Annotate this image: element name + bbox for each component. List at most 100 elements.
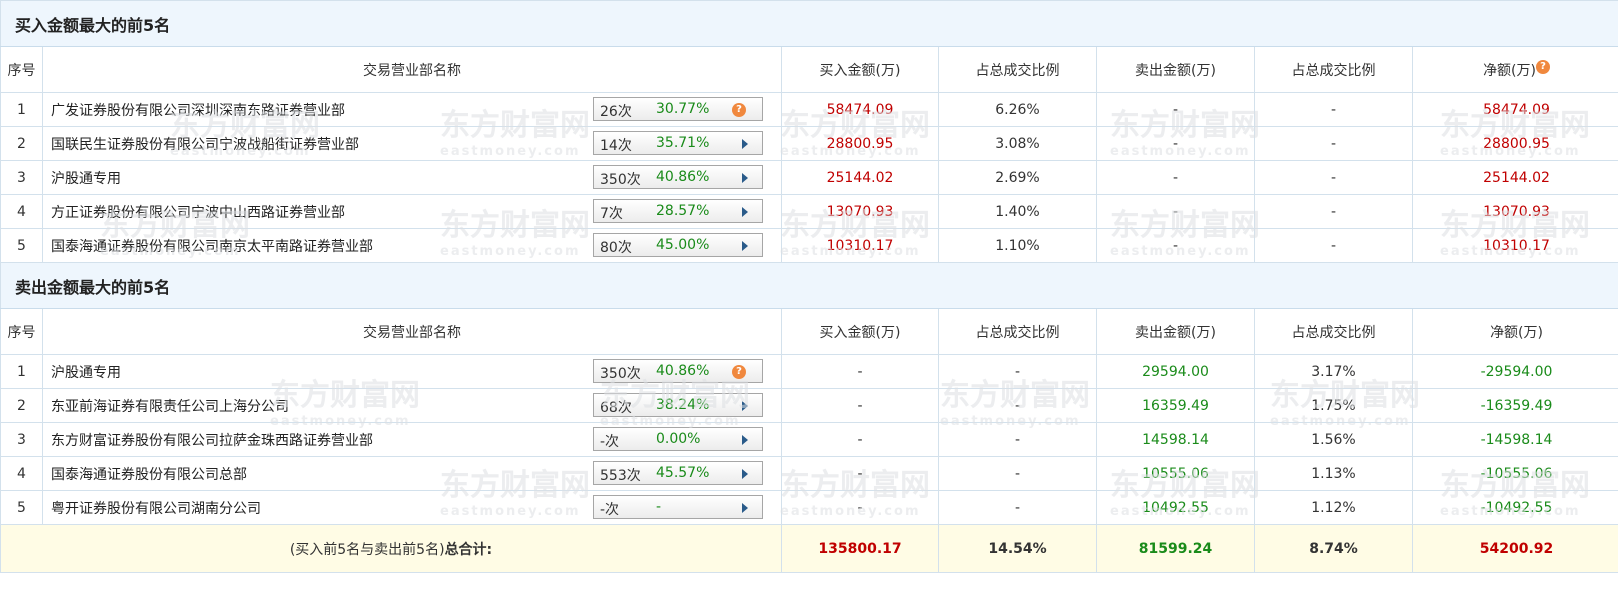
broker-stats-button[interactable]: 80次 45.00% [593, 233, 763, 257]
column-header: 交易营业部名称 [42, 46, 782, 93]
broker-name-link[interactable]: 沪股通专用 [51, 362, 121, 382]
arrow-right-icon[interactable] [742, 469, 748, 479]
arrow-right-icon[interactable] [742, 139, 748, 149]
table-row[interactable]: 2 东亚前海证券有限责任公司上海分公司 68次 38.24% - -16359.49 1.7… [0, 388, 1618, 423]
column-header: 买入金额(万) [781, 308, 939, 355]
arrow-right-icon[interactable] [742, 241, 748, 251]
broker-name-cell: 沪股通专用 350次 40.86% [42, 160, 782, 195]
broker-stats-button[interactable]: 7次 28.57% [593, 199, 763, 223]
arrow-right-icon[interactable] [742, 401, 748, 411]
total-net: 54200.92 [1411, 524, 1618, 573]
win-rate: 30.77% [656, 101, 710, 117]
buy-amount: 58474.09 [781, 92, 939, 127]
table-row[interactable]: 1 沪股通专用 350次 40.86%? - -29594.00 3.17% -29594.0… [0, 354, 1618, 389]
row-index: 4 [0, 194, 43, 229]
column-header: 卖出金额(万) [1096, 308, 1255, 355]
row-index: 4 [0, 456, 43, 491]
broker-name-cell: 沪股通专用 350次 40.86%? [42, 354, 782, 389]
buy-amount: - [781, 490, 939, 525]
win-rate: 45.00% [656, 237, 710, 253]
buy-ratio: - [938, 388, 1097, 423]
net-amount: 58474.09 [1411, 92, 1618, 127]
listing-count: 26次 [600, 104, 632, 120]
broker-stats-button[interactable]: 350次 40.86% [593, 165, 763, 189]
sell-amount: 10492.55 [1096, 490, 1255, 525]
broker-stats-button[interactable]: 350次 40.86%? [593, 359, 763, 383]
arrow-right-icon[interactable] [742, 173, 748, 183]
sell-ratio: - [1254, 160, 1413, 195]
table-row[interactable]: 3 沪股通专用 350次 40.86% 25144.02 2.69% - -25144.02 [0, 160, 1618, 195]
broker-stats-button[interactable]: 553次 45.57% [593, 461, 763, 485]
net-amount: -14598.14 [1411, 422, 1618, 457]
broker-stats-button[interactable]: 68次 38.24% [593, 393, 763, 417]
buy-ratio: 1.10% [938, 228, 1097, 263]
table-row[interactable]: 4 国泰海通证券股份有限公司总部 553次 45.57% - -10555.06 1.13%… [0, 456, 1618, 491]
arrow-right-icon[interactable] [742, 207, 748, 217]
column-header-label: 净额(万) [1490, 324, 1543, 341]
broker-name-link[interactable]: 国联民生证券股份有限公司宁波战船街证券营业部 [51, 134, 359, 154]
row-index: 2 [0, 126, 43, 161]
broker-name-link[interactable]: 国泰海通证券股份有限公司南京太平南路证券营业部 [51, 236, 373, 256]
listing-count: 14次 [600, 138, 632, 154]
row-index: 3 [0, 422, 43, 457]
table-row[interactable]: 5 国泰海通证券股份有限公司南京太平南路证券营业部 80次 45.00% 10310.1… [0, 228, 1618, 263]
win-rate: - [656, 499, 662, 515]
broker-name-cell: 东亚前海证券有限责任公司上海分公司 68次 38.24% [42, 388, 782, 423]
sell-ratio: 3.17% [1254, 354, 1413, 389]
broker-stats-button[interactable]: 26次 30.77%? [593, 97, 763, 121]
broker-name-link[interactable]: 广发证券股份有限公司深圳深南东路证券营业部 [51, 100, 345, 120]
broker-stats-button[interactable]: -次 0.00% [593, 427, 763, 451]
buy-amount: - [781, 456, 939, 491]
column-header: 买入金额(万) [781, 46, 939, 93]
sell-amount: - [1096, 92, 1255, 127]
sell-ratio: 1.56% [1254, 422, 1413, 457]
column-header-label: 卖出金额(万) [1135, 324, 1216, 341]
broker-stats-button[interactable]: 14次 35.71% [593, 131, 763, 155]
column-header: 卖出金额(万) [1096, 46, 1255, 93]
broker-name-link[interactable]: 沪股通专用 [51, 168, 121, 188]
broker-name-link[interactable]: 东方财富证券股份有限公司拉萨金珠西路证券营业部 [51, 430, 373, 450]
buy-amount: 25144.02 [781, 160, 939, 195]
table-row[interactable]: 2 国联民生证券股份有限公司宁波战船街证券营业部 14次 35.71% 28800.95… [0, 126, 1618, 161]
table-row[interactable]: 3 东方财富证券股份有限公司拉萨金珠西路证券营业部 -次 0.00% - -14598.1… [0, 422, 1618, 457]
broker-stats-button[interactable]: -次 - [593, 495, 763, 519]
total-sell-ratio: 8.74% [1254, 524, 1413, 573]
sell-amount: 14598.14 [1096, 422, 1255, 457]
net-amount: -10555.06 [1411, 456, 1618, 491]
sell-ratio: - [1254, 194, 1413, 229]
broker-name-link[interactable]: 方正证券股份有限公司宁波中山西路证券营业部 [51, 202, 345, 222]
help-icon[interactable]: ? [1536, 59, 1550, 74]
broker-name-cell: 国联民生证券股份有限公司宁波战船街证券营业部 14次 35.71% [42, 126, 782, 161]
column-header-row: 序号 交易营业部名称 买入金额(万) 占总成交比例 卖出金额(万) 占总成交比例 净额(万)… [0, 46, 1618, 93]
table-row[interactable]: 5 粤开证券股份有限公司湖南分公司 -次 - - -10492.55 1.12% -10492… [0, 490, 1618, 525]
table-row[interactable]: 4 方正证券股份有限公司宁波中山西路证券营业部 7次 28.57% 13070.93 1.… [0, 194, 1618, 229]
buy-ratio: 2.69% [938, 160, 1097, 195]
column-header: 占总成交比例 [1254, 46, 1413, 93]
win-rate: 40.86% [656, 169, 710, 185]
question-icon[interactable]: ? [732, 103, 746, 117]
sell-amount: - [1096, 194, 1255, 229]
sell-amount: - [1096, 160, 1255, 195]
broker-name-cell: 广发证券股份有限公司深圳深南东路证券营业部 26次 30.77%? [42, 92, 782, 127]
column-header-label: 买入金额(万) [819, 324, 901, 341]
sell-amount: 10555.06 [1096, 456, 1255, 491]
net-amount: -16359.49 [1411, 388, 1618, 423]
buy-ratio: 3.08% [938, 126, 1097, 161]
question-icon[interactable]: ? [732, 365, 746, 379]
buy-amount: - [781, 422, 939, 457]
totals-label: (买入前5名与卖出前5名)总合计: [0, 524, 782, 573]
total-buy: 135800.17 [781, 524, 939, 573]
sell-section-header: 卖出金额最大的前5名 [0, 262, 1618, 309]
win-rate: 35.71% [656, 135, 710, 151]
arrow-right-icon[interactable] [742, 503, 748, 513]
row-index: 5 [0, 228, 43, 263]
broker-name-link[interactable]: 粤开证券股份有限公司湖南分公司 [51, 498, 261, 518]
row-index: 1 [0, 92, 43, 127]
broker-name-link[interactable]: 东亚前海证券有限责任公司上海分公司 [51, 396, 289, 416]
table-row[interactable]: 1 广发证券股份有限公司深圳深南东路证券营业部 26次 30.77%? 58474.09… [0, 92, 1618, 127]
arrow-right-icon[interactable] [742, 435, 748, 445]
row-index: 5 [0, 490, 43, 525]
broker-name-link[interactable]: 国泰海通证券股份有限公司总部 [51, 464, 247, 484]
broker-name-cell: 东方财富证券股份有限公司拉萨金珠西路证券营业部 -次 0.00% [42, 422, 782, 457]
buy-ratio: - [938, 354, 1097, 389]
